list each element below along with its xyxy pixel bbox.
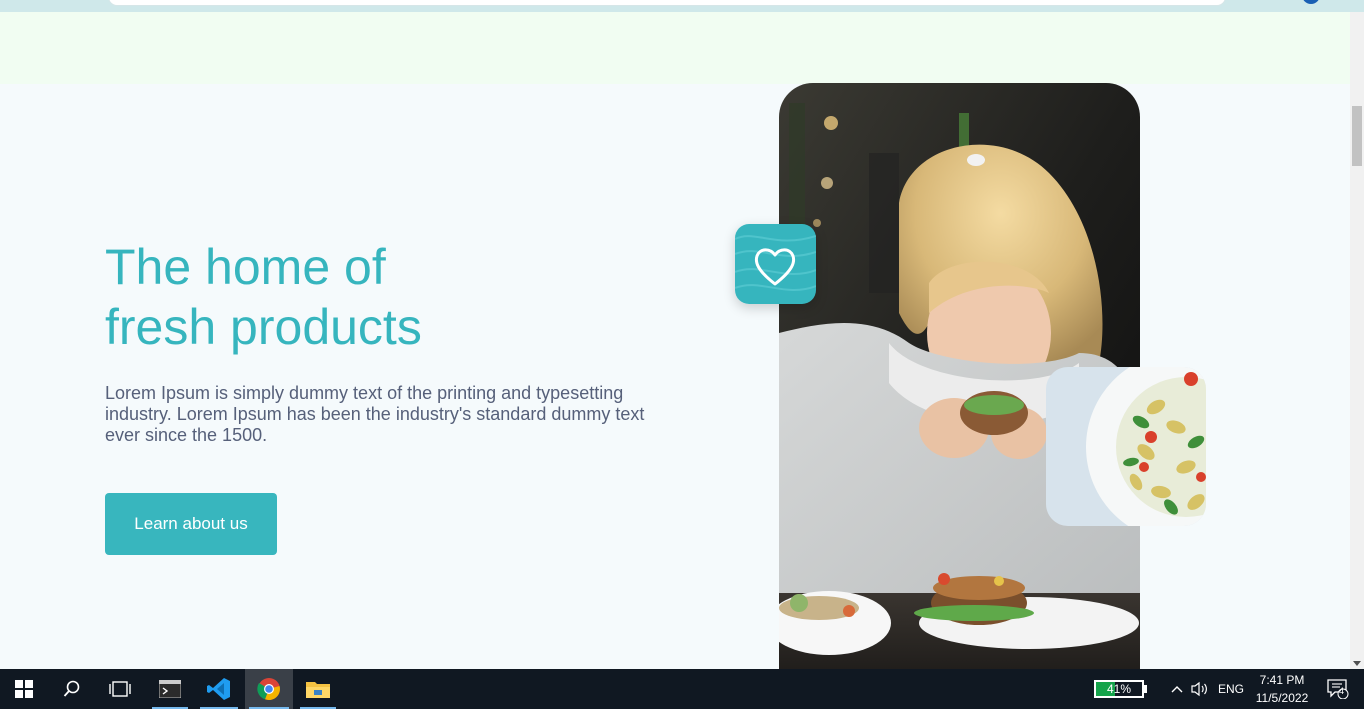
clock[interactable]: 7:41 PM 11/5/2022: [1250, 669, 1314, 709]
speaker-icon: [1191, 681, 1207, 697]
start-button[interactable]: [0, 669, 48, 709]
scroll-down-arrow-icon[interactable]: [1353, 661, 1361, 666]
hero-title-line-2: fresh products: [105, 299, 422, 355]
chevron-up-icon: [1171, 686, 1183, 693]
taskbar-app-terminal[interactable]: [148, 669, 192, 709]
heart-badge: [735, 224, 816, 304]
notifications-button[interactable]: 4: [1318, 669, 1358, 709]
address-bar[interactable]: [108, 0, 1226, 6]
browser-toolbar-strip: [0, 0, 1364, 12]
notification-count: 4: [1339, 686, 1345, 696]
web-page: The home of fresh products Lorem Ipsum i…: [0, 12, 1350, 669]
volume-button[interactable]: [1188, 669, 1212, 709]
language-indicator[interactable]: ENG: [1214, 669, 1248, 709]
learn-about-us-button[interactable]: Learn about us: [105, 493, 277, 555]
vscode-icon: [207, 678, 230, 700]
task-view-button[interactable]: [96, 669, 144, 709]
windows-taskbar: 41% ENG 7:41 PM 11/5/2022 4: [0, 669, 1364, 709]
windows-logo-icon: [15, 680, 33, 698]
pasta-salad-photo: [1046, 367, 1206, 526]
task-view-icon: [109, 681, 131, 697]
clock-date: 11/5/2022: [1255, 691, 1309, 705]
taskbar-app-chrome[interactable]: [245, 669, 293, 709]
taskbar-app-file-explorer[interactable]: [296, 669, 340, 709]
show-hidden-icons-button[interactable]: [1166, 669, 1188, 709]
header-band: [0, 12, 1350, 84]
page-scrollbar[interactable]: [1350, 12, 1364, 669]
battery-indicator[interactable]: 41%: [1094, 680, 1144, 698]
chrome-icon: [257, 678, 280, 701]
notification-center-icon: [1327, 679, 1349, 699]
battery-nub: [1144, 685, 1147, 693]
hero-description: Lorem Ipsum is simply dummy text of the …: [105, 383, 645, 445]
taskbar-search-button[interactable]: [48, 669, 96, 709]
profile-avatar[interactable]: [1302, 0, 1320, 4]
clock-time: 7:41 PM: [1259, 673, 1305, 687]
search-icon: [63, 680, 80, 697]
scrollbar-thumb[interactable]: [1352, 106, 1362, 166]
taskbar-app-vscode[interactable]: [196, 669, 242, 709]
terminal-icon: [159, 680, 181, 698]
battery-percent: 41%: [1106, 682, 1132, 696]
folder-icon: [306, 682, 330, 698]
hero-title: The home of fresh products: [105, 237, 625, 357]
hero-title-line-1: The home of: [105, 239, 386, 295]
